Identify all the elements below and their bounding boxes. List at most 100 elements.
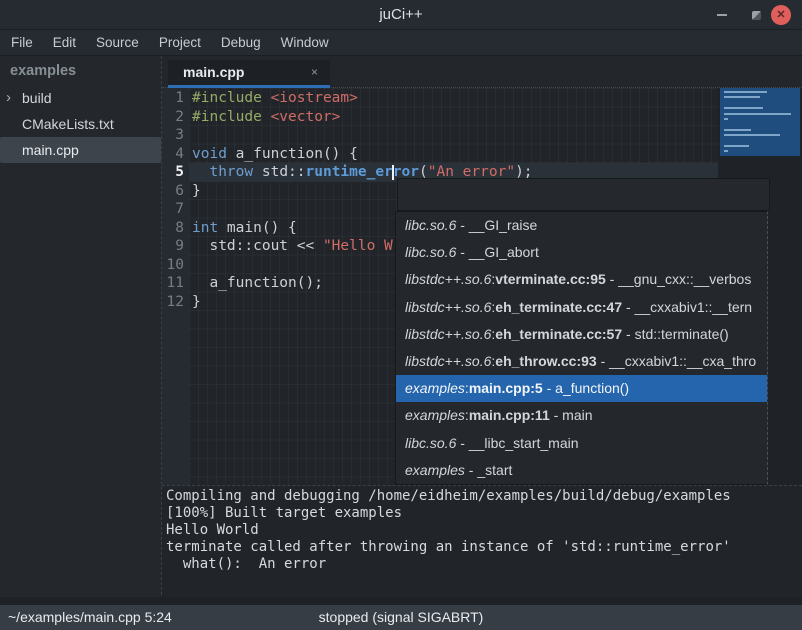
backtrace-function: - __cxxabiv1::__cxa_thro <box>597 353 757 369</box>
tree-item-label: build <box>22 90 52 106</box>
backtrace-item[interactable]: libstdc++.so.6:eh_terminate.cc:47 - __cx… <box>396 294 767 321</box>
backtrace-function: - __GI_abort <box>456 244 539 260</box>
minimap-line <box>724 134 780 136</box>
code-token: runtime_er <box>306 164 393 180</box>
backtrace-item[interactable]: libstdc++.so.6:eh_terminate.cc:57 - std:… <box>396 321 767 348</box>
line-number: 11 <box>162 274 184 293</box>
backtrace-file-line: main.cpp:11 <box>469 407 550 423</box>
window-titlebar: juCi++ ✕ <box>0 0 802 30</box>
menu-item-project[interactable]: Project <box>149 30 211 55</box>
minimize-icon <box>717 14 727 16</box>
backtrace-lib: libc.so.6 <box>405 435 456 451</box>
line-number: 8 <box>162 219 184 238</box>
tab-close-icon[interactable]: × <box>311 60 318 85</box>
chevron-right-icon[interactable]: › <box>6 85 11 110</box>
backtrace-file-line: eh_throw.cc:93 <box>495 353 596 369</box>
backtrace-popup: libc.so.6 - __GI_raiselibc.so.6 - __GI_a… <box>395 211 768 485</box>
backtrace-item[interactable]: libc.so.6 - __GI_abort <box>396 239 767 266</box>
close-button[interactable]: ✕ <box>771 5 791 25</box>
backtrace-item[interactable]: examples:main.cpp:5 - a_function() <box>396 375 767 402</box>
line-number: 10 <box>162 256 184 275</box>
code-token: #include <box>192 109 262 125</box>
code-token: "Hello W <box>323 238 393 254</box>
menu-bar: FileEditSourceProjectDebugWindow <box>0 30 802 56</box>
backtrace-file-line: vterminate.cc:95 <box>495 271 606 287</box>
terminal-output[interactable]: Compiling and debugging /home/eidheim/ex… <box>162 486 802 597</box>
terminal-line: terminate called after throwing an insta… <box>166 539 802 556</box>
backtrace-function: - __GI_raise <box>456 217 537 233</box>
backtrace-lib: libc.so.6 <box>405 217 456 233</box>
backtrace-function: - __cxxabiv1::__tern <box>622 299 752 315</box>
restore-button[interactable] <box>746 5 766 25</box>
backtrace-item[interactable]: examples - _start <box>396 457 767 484</box>
code-token: } <box>192 183 201 199</box>
backtrace-lib: examples <box>405 380 465 396</box>
backtrace-item[interactable]: libstdc++.so.6:vterminate.cc:95 - __gnu_… <box>396 266 767 293</box>
backtrace-lib: examples <box>405 407 465 423</box>
menu-item-window[interactable]: Window <box>271 30 339 55</box>
code-token: #include <box>192 90 262 106</box>
code-token: a_function(); <box>192 275 323 291</box>
backtrace-function: - std::terminate() <box>622 326 729 342</box>
code-token: a_function() { <box>227 146 358 162</box>
backtrace-item[interactable]: libc.so.6 - __libc_start_main <box>396 430 767 457</box>
juci-window: juCi++ ✕ FileEditSourceProjectDebugWindo… <box>0 0 802 630</box>
line-number: 2 <box>162 108 184 127</box>
code-token <box>262 109 271 125</box>
backtrace-item[interactable]: examples:main.cpp:11 - main <box>396 402 767 429</box>
backtrace-function: - a_function() <box>543 380 629 396</box>
line-number: 5 <box>162 163 184 182</box>
menu-item-debug[interactable]: Debug <box>211 30 271 55</box>
code-token: std:: <box>253 164 305 180</box>
minimap-visible-region[interactable] <box>720 88 800 156</box>
backtrace-lib: libstdc++.so.6 <box>405 326 491 342</box>
project-tree: examples › build CMakeLists.txt main.cpp <box>0 56 161 605</box>
tab-main-cpp[interactable]: main.cpp × <box>168 60 330 88</box>
backtrace-function: - __gnu_cxx::__verbos <box>606 271 752 287</box>
backtrace-function: - _start <box>465 462 512 478</box>
minimap-line <box>724 91 767 93</box>
menu-item-source[interactable]: Source <box>86 30 149 55</box>
backtrace-lib: examples <box>405 462 465 478</box>
backtrace-file-line: eh_terminate.cc:47 <box>495 299 622 315</box>
close-icon: ✕ <box>771 5 791 25</box>
backtrace-function: - main <box>550 407 593 423</box>
tree-item-main-cpp[interactable]: main.cpp <box>0 137 161 163</box>
minimize-button[interactable] <box>712 5 732 25</box>
minimap-line <box>724 113 791 115</box>
line-number-gutter: 123456789101112 <box>162 88 189 485</box>
menu-item-edit[interactable]: Edit <box>43 30 86 55</box>
tab-label: main.cpp <box>168 60 330 85</box>
backtrace-lib: libstdc++.so.6 <box>405 271 491 287</box>
code-line[interactable] <box>189 126 718 145</box>
code-line[interactable]: #include <iostream> <box>189 89 718 108</box>
restore-icon <box>752 11 761 20</box>
backtrace-file-line: main.cpp:5 <box>469 380 543 396</box>
tree-item-build[interactable]: › build <box>0 85 161 111</box>
line-number: 9 <box>162 237 184 256</box>
backtrace-item[interactable]: libc.so.6 - __GI_raise <box>396 212 767 239</box>
backtrace-file-line: eh_terminate.cc:57 <box>495 326 622 342</box>
code-line[interactable]: void a_function() { <box>189 145 718 164</box>
bottom-gap <box>0 597 802 605</box>
backtrace-item[interactable]: libstdc++.so.6:eh_throw.cc:93 - __cxxabi… <box>396 348 767 375</box>
line-number: 6 <box>162 182 184 201</box>
tree-item-cmakelists-txt[interactable]: CMakeLists.txt <box>0 111 161 137</box>
minimap-line <box>724 145 749 147</box>
code-token: void <box>192 146 227 162</box>
status-bar: ~/examples/main.cpp 5:24 stopped (signal… <box>0 605 802 630</box>
code-token: throw <box>209 164 253 180</box>
backtrace-function: - __libc_start_main <box>456 435 578 451</box>
menu-item-file[interactable]: File <box>1 30 43 55</box>
code-token: main() { <box>218 220 297 236</box>
tab-bar: main.cpp × <box>162 56 802 88</box>
backtrace-lib: libstdc++.so.6 <box>405 299 491 315</box>
code-token <box>262 90 271 106</box>
code-token: <iostream> <box>271 90 358 106</box>
tree-item-label: CMakeLists.txt <box>22 116 114 132</box>
terminal-line: [100%] Built target examples <box>166 505 802 522</box>
code-line[interactable]: #include <vector> <box>189 108 718 127</box>
code-token: std::cout << <box>192 238 323 254</box>
tree-header: examples <box>0 56 161 85</box>
terminal-line: Hello World <box>166 522 802 539</box>
